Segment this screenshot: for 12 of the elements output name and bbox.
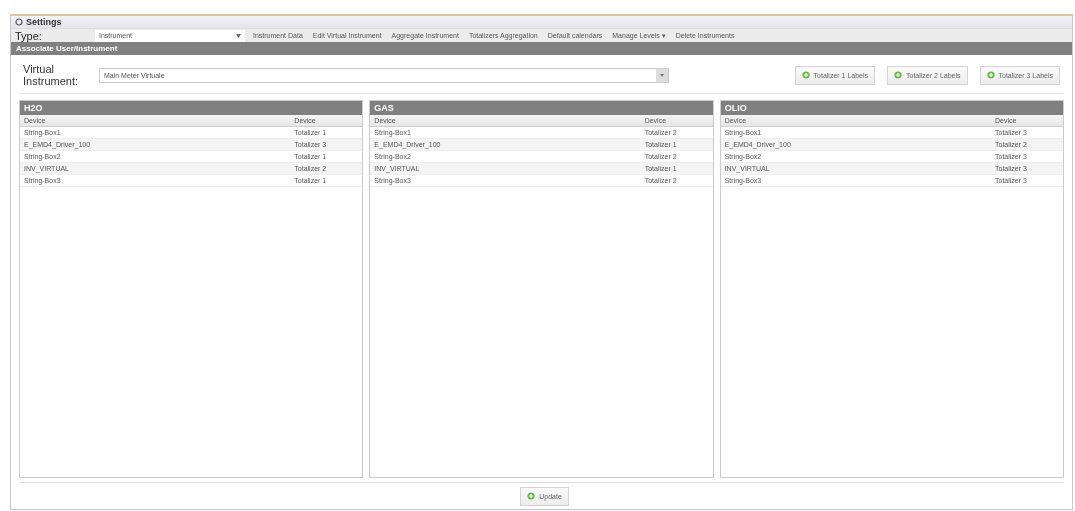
panel-title: GAS (370, 101, 713, 115)
virtual-instrument-label: Virtual Instrument: (23, 63, 80, 87)
panel-title: H2O (20, 101, 363, 115)
add-icon (894, 71, 903, 79)
type-label: Type: (15, 29, 43, 42)
window-title: Settings (26, 17, 62, 27)
add-icon (986, 71, 995, 79)
add-icon (801, 71, 810, 79)
dropdown-arrow-icon (236, 33, 241, 38)
add-icon (527, 492, 536, 500)
section-title: Associate User/Instrument (16, 44, 118, 53)
panel-title: OLIO (720, 101, 1063, 115)
